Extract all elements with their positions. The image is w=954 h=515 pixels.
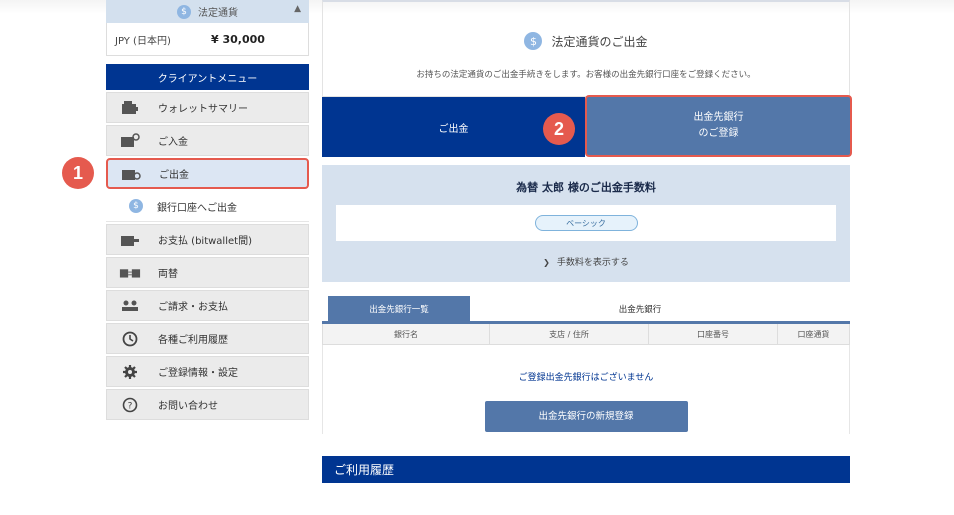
usage-history-header: ご利用履歴 [322,456,850,483]
show-fee-toggle[interactable]: ❯ 手数料を表示する [322,255,850,268]
tab-bank-list[interactable]: 出金先銀行一覧 [328,296,470,321]
chevron-down-icon: ❯ [543,258,550,267]
fiat-currency-header[interactable]: $ 法定通貨 ▲ [106,0,309,23]
deposit-icon [119,133,141,149]
column-account-number: 口座番号 [649,324,778,344]
page-title: 法定通貨のご出金 [551,34,648,49]
tab-register-line2: のご登録 [698,128,739,139]
main-panel: $ 法定通貨のご出金 お持ちの法定通貨のご出金手続きをします。お客様の出金先銀行… [322,0,852,483]
sidebar-item-label: 各種ご利用履歴 [158,335,228,346]
sidebar-item-label: ご登録情報・設定 [158,368,238,379]
show-fee-label: 手数料を表示する [556,258,629,268]
client-menu-title: クライアントメニュー [106,64,309,90]
fee-plan-badge: ベーシック [534,215,638,231]
sidebar-item-history[interactable]: 各種ご利用履歴 [106,323,309,354]
question-icon: ? [119,397,141,413]
wallet-icon [119,100,141,116]
sidebar-item-label: お問い合わせ [158,401,218,412]
sidebar-item-label: ご出金 [159,170,189,181]
gear-icon [119,364,141,380]
sidebar-item-payment[interactable]: お支払 (bitwallet間) [106,224,309,255]
fee-plan-box: ベーシック [336,205,836,241]
sidebar-item-label: 銀行口座へご出金 [157,202,237,214]
sidebar-item-settings[interactable]: ご登録情報・設定 [106,356,309,387]
step-badge-2: 2 [543,113,575,145]
bank-table-header: 銀行名 支店 / 住所 口座番号 口座通貨 [322,324,850,345]
balance-amount: ¥ 30,000 [211,32,265,46]
sidebar-item-label: ご請求・お支払 [158,302,228,313]
step-badge-1: 1 [62,157,94,189]
sidebar-item-billing[interactable]: ご請求・お支払 [106,290,309,321]
bank-list-empty: ご登録出金先銀行はございません 出金先銀行の新規登録 [322,345,850,434]
fiat-header-label: 法定通貨 [198,8,238,19]
dollar-coin-icon: $ [524,32,543,50]
balance-row: JPY (日本円) ¥ 30,000 [106,23,309,56]
sidebar-item-deposit[interactable]: ご入金 [106,125,309,156]
users-icon [119,298,141,314]
withdraw-icon [120,166,142,182]
withdraw-tabs: ご出金 出金先銀行 のご登録 [322,95,852,157]
fee-panel: 為替 太郎 様のご出金手数料 ベーシック ❯ 手数料を表示する [322,165,850,282]
withdraw-header: $ 法定通貨のご出金 お持ちの法定通貨のご出金手続きをします。お客様の出金先銀行… [322,0,850,97]
sidebar-item-label: ご入金 [158,137,188,148]
empty-message: ご登録出金先銀行はございません [518,373,654,383]
page-title-row: $ 法定通貨のご出金 [323,32,849,50]
exchange-icon [119,265,141,281]
payment-icon [119,232,141,248]
sidebar-item-contact[interactable]: ? お問い合わせ [106,389,309,420]
bank-tabs: 出金先銀行一覧 出金先銀行 [322,296,850,324]
column-bank-name: 銀行名 [323,324,490,344]
page-description: お持ちの法定通貨のご出金手続きをします。お客様の出金先銀行口座をご登録ください。 [416,70,756,80]
sidebar-item-wallet-summary[interactable]: ウォレットサマリー [106,92,309,123]
sidebar-item-label: お支払 (bitwallet間) [158,236,252,247]
tab-register-bank[interactable]: 出金先銀行 のご登録 [585,95,852,157]
column-branch: 支店 / 住所 [490,324,649,344]
sidebar-item-label: ウォレットサマリー [158,104,248,115]
sidebar-subitem-bank-withdraw[interactable]: $ 銀行口座へご出金 [106,191,309,222]
column-account-currency: 口座通貨 [797,329,830,339]
balance-currency: JPY (日本円) [115,35,171,47]
dollar-coin-icon: $ [177,4,191,19]
register-new-bank-button[interactable]: 出金先銀行の新規登録 [484,401,688,432]
chevron-up-icon[interactable]: ▲ [294,4,301,14]
sidebar-item-exchange[interactable]: 両替 [106,257,309,288]
history-icon [119,331,141,347]
fee-title: 為替 太郎 様のご出金手数料 [516,181,656,194]
sidebar-item-label: 両替 [158,269,178,280]
tab-register-line1: 出金先銀行 [693,112,744,123]
sidebar-item-withdraw[interactable]: ご出金 [106,158,309,189]
coin-icon: $ [129,199,143,213]
tab-bank[interactable]: 出金先銀行 [470,296,850,321]
sidebar: $ 法定通貨 ▲ JPY (日本円) ¥ 30,000 クライアントメニュー ウ… [106,0,309,420]
svg-text:?: ? [128,401,133,411]
